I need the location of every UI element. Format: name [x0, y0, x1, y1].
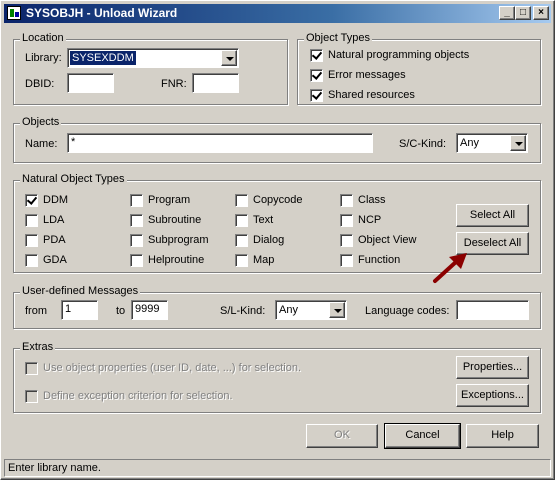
location-group-label: Location [20, 32, 66, 44]
ncp-label: NCP [358, 214, 382, 226]
dbid-field[interactable] [67, 73, 114, 93]
pda-checkbox[interactable] [25, 234, 38, 247]
ok-button[interactable]: OK [306, 424, 378, 448]
fnr-label: FNR: [161, 78, 187, 90]
dialog-checkbox[interactable] [235, 234, 248, 247]
object-view-checkbox[interactable] [340, 234, 353, 247]
status-bar: Enter library name. [4, 459, 551, 477]
object-types-group-label: Object Types [304, 32, 372, 44]
close-button[interactable]: × [533, 6, 549, 20]
select-all-label: Select All [469, 209, 516, 221]
function-checkbox[interactable] [340, 254, 353, 267]
dialog-label: Dialog [253, 234, 285, 246]
sl-kind-dropdown-arrow-icon[interactable] [329, 302, 345, 318]
name-field[interactable]: * [67, 133, 373, 153]
properties-button[interactable]: Properties... [456, 356, 529, 379]
map-label: Map [253, 254, 275, 266]
ok-label: OK [334, 429, 350, 441]
library-value: SYSEXDDM [70, 51, 136, 65]
exceptions-button[interactable]: Exceptions... [456, 384, 529, 407]
ddm-label: DDM [43, 194, 69, 206]
helproutine-label: Helproutine [148, 254, 205, 266]
natural-programming-objects-checkbox[interactable] [310, 49, 323, 62]
from-field[interactable]: 1 [61, 300, 98, 320]
sl-kind-label: S/L-Kind: [220, 305, 266, 317]
minimize-button[interactable]: _ [499, 6, 515, 20]
object-view-label: Object View [358, 234, 417, 246]
define-exception-label: Define exception criterion for selection… [43, 390, 233, 402]
cancel-button[interactable]: Cancel [384, 423, 461, 449]
class-checkbox[interactable] [340, 194, 353, 207]
define-exception-checkbox[interactable] [25, 390, 38, 403]
language-codes-field[interactable] [456, 300, 529, 320]
ncp-checkbox[interactable] [340, 214, 353, 227]
name-label: Name: [25, 138, 58, 150]
unload-wizard-window: SYSOBJH - Unload Wizard _ □ × Location L… [0, 0, 555, 480]
library-label: Library: [25, 52, 62, 64]
natural-programming-objects-label: Natural programming objects [328, 49, 470, 61]
exceptions-label: Exceptions... [461, 389, 524, 401]
subprogram-label: Subprogram [148, 234, 209, 246]
program-label: Program [148, 194, 191, 206]
subroutine-label: Subroutine [148, 214, 202, 226]
error-messages-label: Error messages [328, 69, 406, 81]
annotation-arrow-icon [433, 253, 467, 283]
ddm-checkbox[interactable] [25, 194, 38, 207]
lda-checkbox[interactable] [25, 214, 38, 227]
select-all-button[interactable]: Select All [456, 204, 529, 227]
text-label: Text [253, 214, 274, 226]
to-field[interactable]: 9999 [131, 300, 168, 320]
copycode-label: Copycode [253, 194, 303, 206]
text-checkbox[interactable] [235, 214, 248, 227]
window-title: SYSOBJH - Unload Wizard [26, 6, 178, 20]
map-checkbox[interactable] [235, 254, 248, 267]
objects-group-label: Objects [20, 116, 62, 128]
to-label: to [116, 305, 126, 317]
sc-kind-combo[interactable]: Any [456, 133, 528, 153]
language-codes-label: Language codes: [365, 305, 450, 317]
app-icon [7, 6, 21, 20]
subprogram-checkbox[interactable] [130, 234, 143, 247]
from-label: from [25, 305, 47, 317]
dbid-label: DBID: [25, 78, 55, 90]
sc-kind-value: Any [460, 137, 479, 149]
copycode-checkbox[interactable] [235, 194, 248, 207]
gda-checkbox[interactable] [25, 254, 38, 267]
sl-kind-combo[interactable]: Any [275, 300, 347, 320]
gda-label: GDA [43, 254, 67, 266]
library-dropdown-arrow-icon[interactable] [221, 50, 237, 66]
fnr-field[interactable] [192, 73, 239, 93]
library-combo[interactable]: SYSEXDDM [67, 48, 239, 68]
subroutine-checkbox[interactable] [130, 214, 143, 227]
maximize-button[interactable]: □ [515, 6, 531, 20]
sc-kind-dropdown-arrow-icon[interactable] [510, 135, 526, 151]
use-object-properties-label: Use object properties (user ID, date, ..… [43, 362, 302, 374]
title-bar[interactable]: SYSOBJH - Unload Wizard _ □ × [4, 4, 551, 23]
sc-kind-label: S/C-Kind: [399, 138, 447, 150]
helproutine-checkbox[interactable] [130, 254, 143, 267]
lda-label: LDA [43, 214, 65, 226]
sl-kind-value: Any [279, 304, 298, 316]
help-button[interactable]: Help [466, 424, 539, 448]
cancel-label: Cancel [405, 429, 440, 441]
user-defined-messages-group-label: User-defined Messages [20, 285, 141, 297]
extras-group-label: Extras [20, 341, 56, 353]
use-object-properties-checkbox[interactable] [25, 362, 38, 375]
shared-resources-label: Shared resources [328, 89, 415, 101]
natural-object-types-group-label: Natural Object Types [20, 173, 127, 185]
function-label: Function [358, 254, 401, 266]
error-messages-checkbox[interactable] [310, 69, 323, 82]
properties-label: Properties... [462, 361, 523, 373]
pda-label: PDA [43, 234, 66, 246]
class-label: Class [358, 194, 386, 206]
help-label: Help [491, 429, 514, 441]
program-checkbox[interactable] [130, 194, 143, 207]
status-text: Enter library name. [8, 462, 101, 474]
shared-resources-checkbox[interactable] [310, 89, 323, 102]
